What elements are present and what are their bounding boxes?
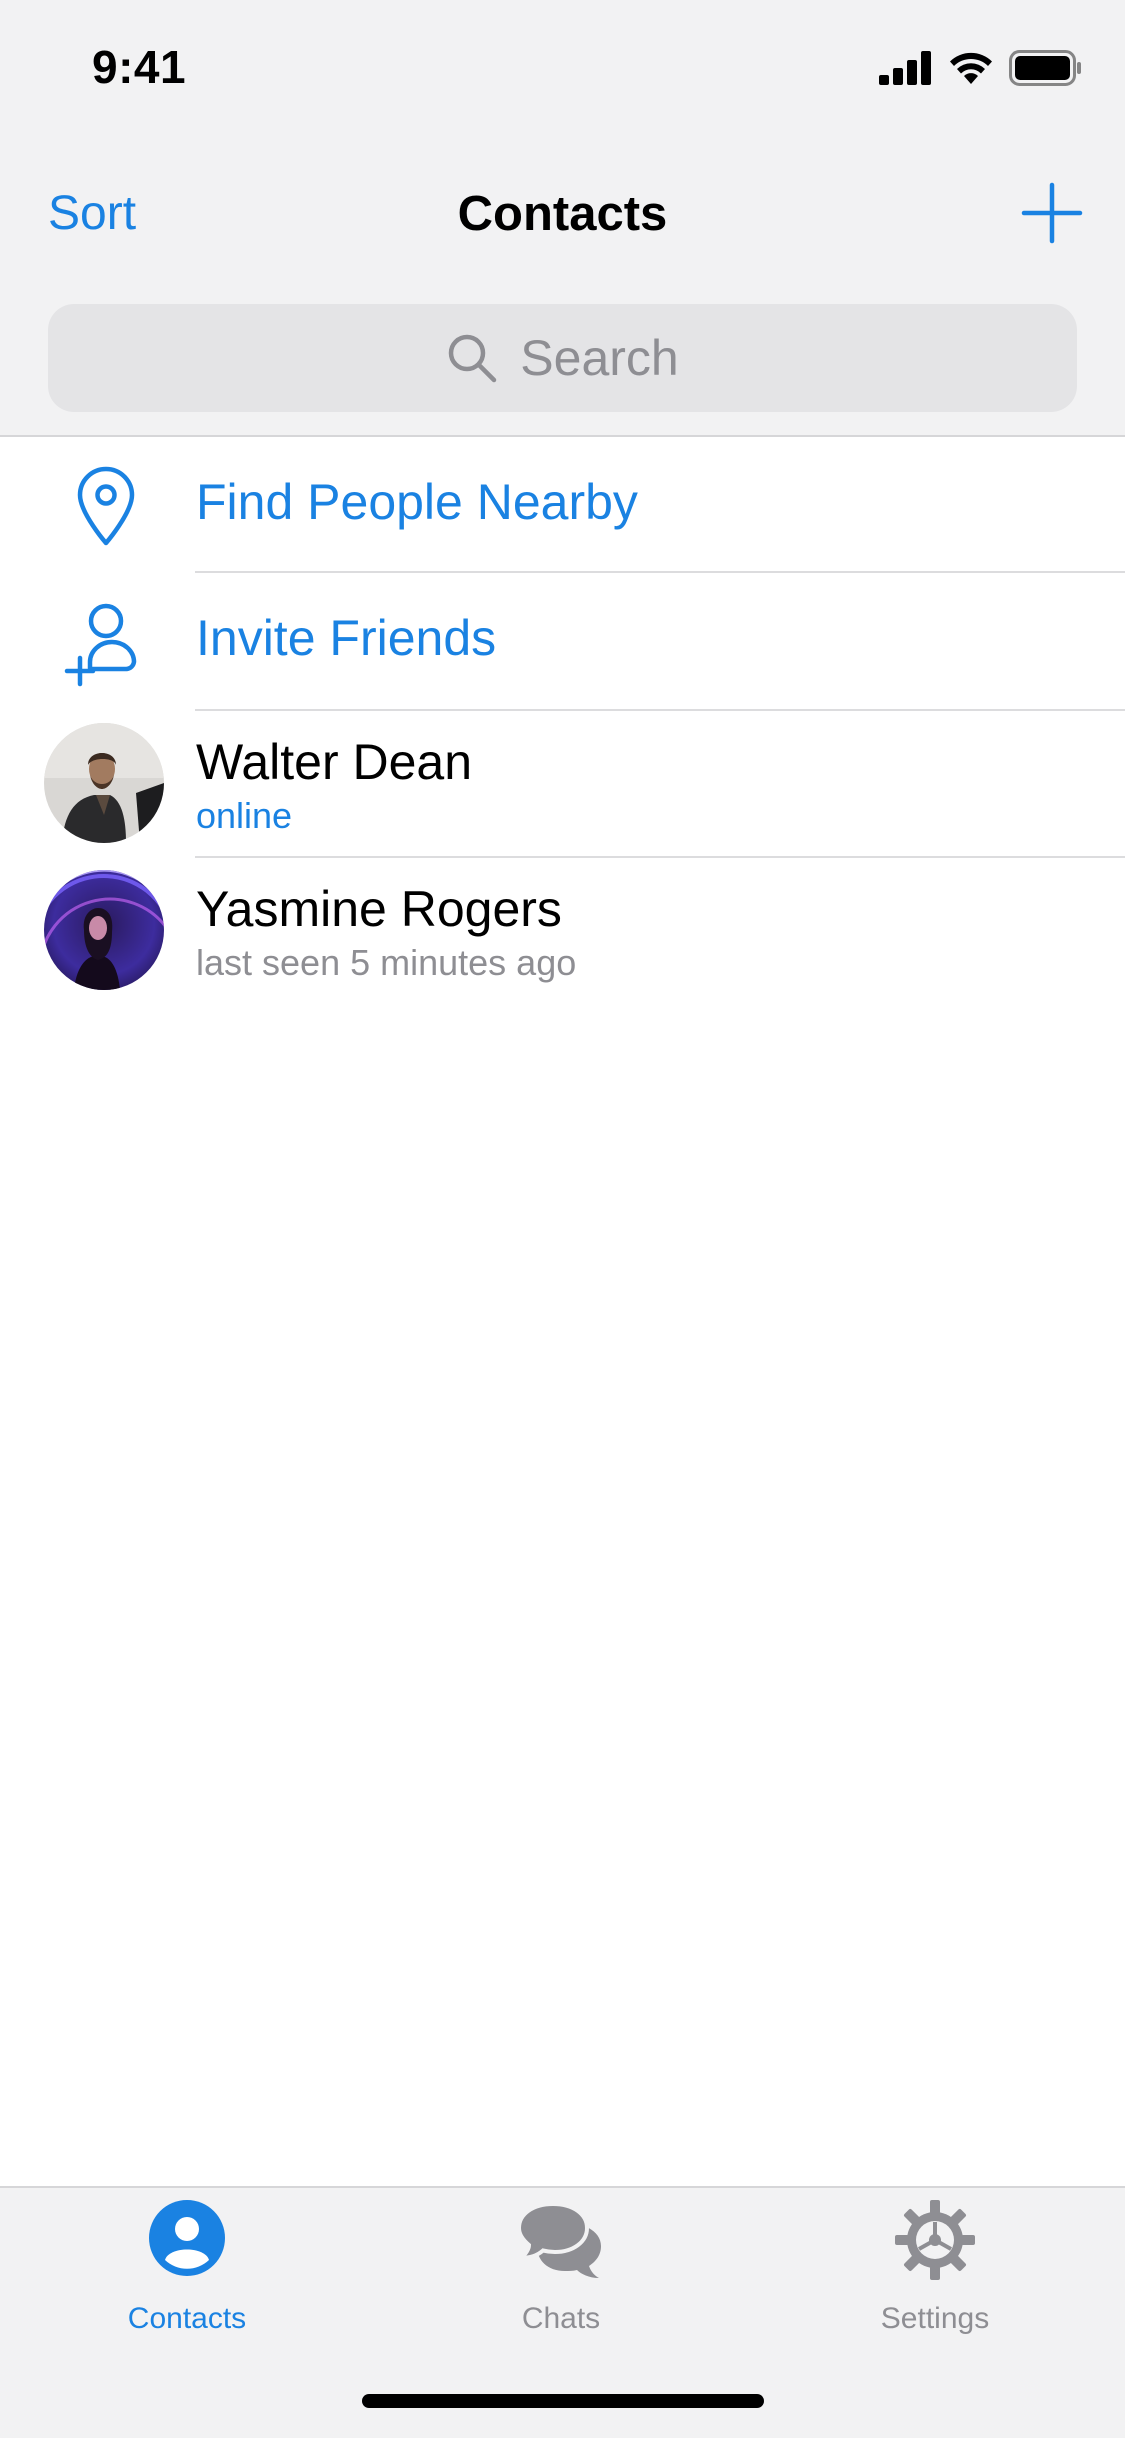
person-circle-icon <box>149 2200 225 2276</box>
contact-row-walter-dean[interactable]: Walter Dean online <box>0 711 1125 858</box>
tab-settings-label: Settings <box>880 2302 990 2335</box>
navigation-bar: Sort Contacts Search <box>0 140 1125 437</box>
contact-first-name: Yasmine <box>196 881 387 937</box>
contact-last-name: Rogers <box>400 881 562 937</box>
tab-chats-label: Chats <box>521 2302 601 2335</box>
status-bar: 9:41 <box>0 0 1125 140</box>
status-time: 9:41 <box>92 41 187 93</box>
search-input[interactable]: Search <box>48 304 1077 412</box>
wifi-icon <box>950 52 992 84</box>
location-pin-icon <box>77 466 135 546</box>
contact-status: online <box>196 795 293 836</box>
tab-settings[interactable]: Settings <box>810 2200 1060 2350</box>
contact-name: Yasmine Rogers <box>196 880 562 938</box>
tab-contacts-label: Contacts <box>127 2302 247 2335</box>
tab-chats[interactable]: Chats <box>436 2200 686 2350</box>
contact-row-yasmine-rogers[interactable]: Yasmine Rogers last seen 5 minutes ago <box>0 858 1125 1008</box>
contact-last-name: Dean <box>352 734 473 790</box>
find-people-nearby-label: Find People Nearby <box>196 474 638 530</box>
contact-status: last seen 5 minutes ago <box>196 942 577 983</box>
battery-icon <box>1009 50 1081 86</box>
avatar <box>44 723 164 843</box>
sort-button[interactable]: Sort <box>48 186 136 241</box>
contact-name: Walter Dean <box>196 733 472 791</box>
home-indicator[interactable] <box>362 2394 764 2408</box>
chat-bubbles-icon <box>515 2201 601 2278</box>
status-icons <box>865 46 1083 90</box>
plus-icon[interactable] <box>1021 182 1083 244</box>
search-icon <box>449 334 497 383</box>
invite-friends-row[interactable]: Invite Friends <box>0 573 1125 711</box>
page-title: Contacts <box>457 187 668 241</box>
cellular-signal-icon <box>879 51 931 85</box>
search-placeholder: Search <box>520 330 679 386</box>
add-person-icon <box>64 603 137 687</box>
find-people-nearby-row[interactable]: Find People Nearby <box>0 437 1125 573</box>
contact-first-name: Walter <box>196 734 339 790</box>
invite-friends-label: Invite Friends <box>196 610 497 666</box>
avatar <box>44 870 164 990</box>
gear-icon <box>895 2200 975 2280</box>
tab-contacts[interactable]: Contacts <box>62 2200 312 2350</box>
